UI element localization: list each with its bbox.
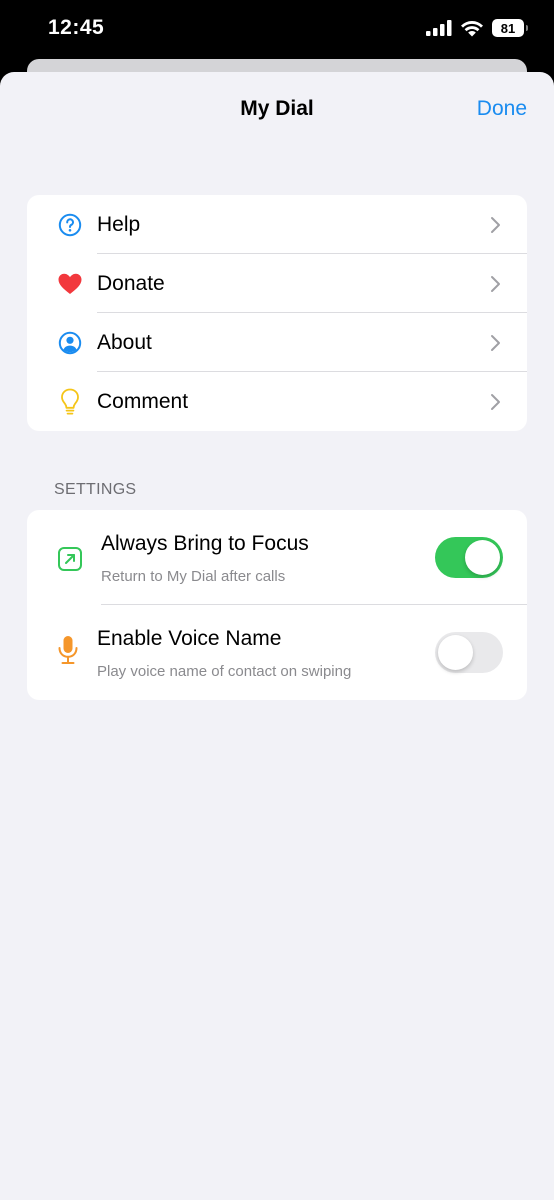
- menu-list: Help Donate About Comment: [27, 195, 527, 431]
- microphone-icon: [54, 636, 82, 664]
- status-time: 12:45: [48, 16, 105, 39]
- setting-subtitle: Play voice name of contact on swiping: [97, 663, 352, 680]
- menu-item-donate[interactable]: Donate: [27, 254, 527, 313]
- always-bring-to-focus-toggle[interactable]: [435, 537, 503, 578]
- battery-level: 81: [500, 20, 516, 36]
- setting-always-bring-to-focus: Always Bring to Focus Return to My Dial …: [27, 510, 527, 605]
- heart-icon: [57, 271, 83, 297]
- screen: 12:45 81 My Dial Done Help Donate About …: [0, 0, 554, 1200]
- chevron-right-icon: [491, 334, 500, 351]
- chevron-right-icon: [491, 393, 500, 410]
- wifi-icon: [461, 20, 483, 36]
- chevron-right-icon: [491, 275, 500, 292]
- status-icons: 81: [426, 19, 528, 37]
- arrow-up-right-square-icon: [56, 545, 84, 573]
- status-bar: 12:45 81: [0, 0, 554, 60]
- done-button[interactable]: Done: [477, 97, 527, 121]
- question-circle-icon: [57, 212, 83, 238]
- cellular-signal-icon: [426, 20, 452, 36]
- page-title: My Dial: [240, 97, 314, 120]
- setting-title: Always Bring to Focus: [101, 532, 309, 555]
- battery-icon: 81: [492, 19, 528, 37]
- toggle-knob: [438, 635, 473, 670]
- menu-item-label: Help: [97, 212, 141, 236]
- setting-enable-voice-name: Enable Voice Name Play voice name of con…: [27, 605, 527, 700]
- menu-item-comment[interactable]: Comment: [27, 372, 527, 431]
- section-header-settings: SETTINGS: [54, 481, 137, 498]
- enable-voice-name-toggle[interactable]: [435, 632, 503, 673]
- menu-item-label: Comment: [97, 389, 189, 413]
- menu-item-help[interactable]: Help: [27, 195, 527, 254]
- person-circle-icon: [57, 330, 83, 356]
- setting-subtitle: Return to My Dial after calls: [101, 568, 286, 585]
- chevron-right-icon: [491, 216, 500, 233]
- menu-item-label: About: [97, 330, 152, 354]
- settings-sheet: My Dial Done Help Donate About Comment S…: [0, 72, 554, 1200]
- menu-item-label: Donate: [97, 271, 165, 295]
- menu-item-about[interactable]: About: [27, 313, 527, 372]
- toggle-knob: [465, 540, 500, 575]
- setting-title: Enable Voice Name: [97, 627, 282, 650]
- settings-list: Always Bring to Focus Return to My Dial …: [27, 510, 527, 700]
- lightbulb-icon: [57, 388, 83, 415]
